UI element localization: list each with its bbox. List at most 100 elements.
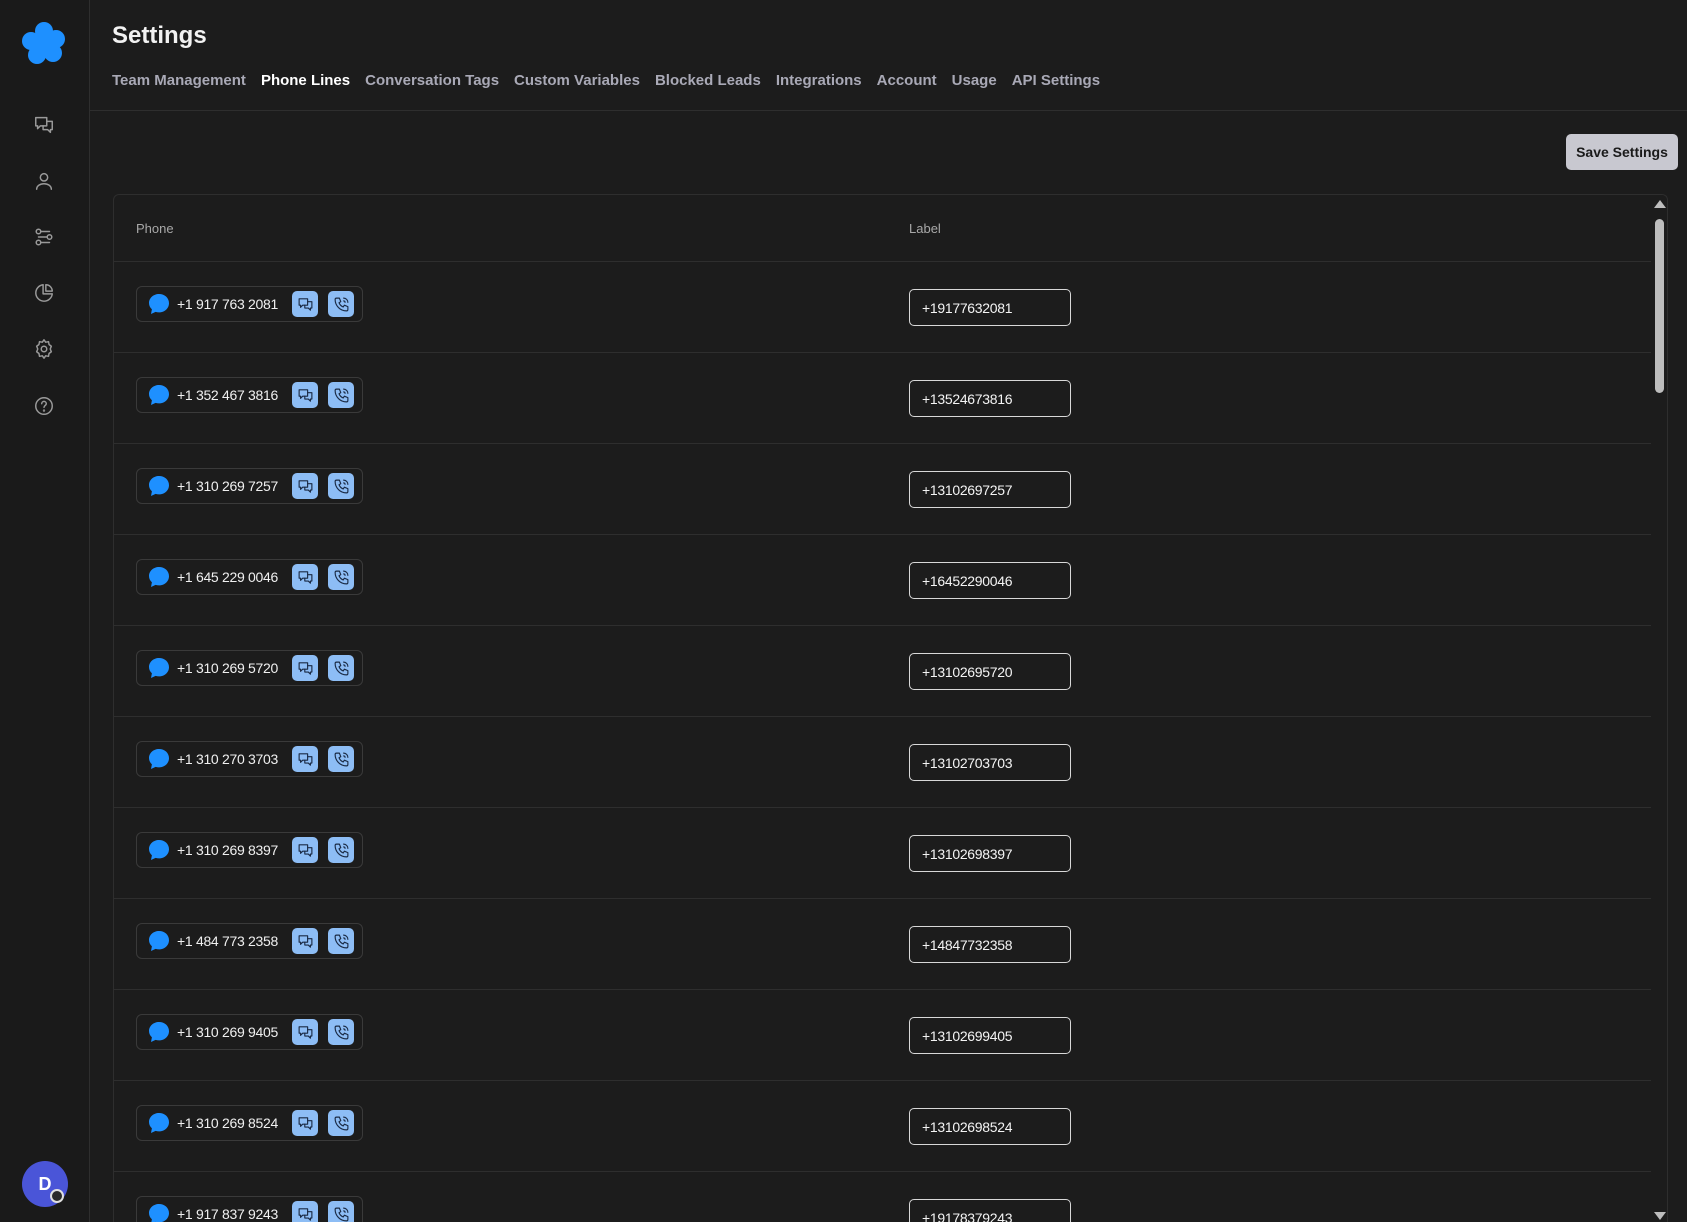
- chat-icon: [297, 478, 314, 495]
- table-row: +1 310 270 3703: [114, 717, 1667, 808]
- call-button[interactable]: [328, 1019, 354, 1045]
- table-row: +1 484 773 2358: [114, 899, 1667, 990]
- tab-custom-variables[interactable]: Custom Variables: [514, 72, 640, 89]
- open-chat-button[interactable]: [292, 655, 318, 681]
- tab-api-settings[interactable]: API Settings: [1012, 72, 1100, 89]
- open-chat-button[interactable]: [292, 473, 318, 499]
- phone-chip: +1 310 270 3703: [136, 741, 363, 777]
- label-input[interactable]: [909, 471, 1071, 508]
- call-button[interactable]: [328, 837, 354, 863]
- pie-chart-icon[interactable]: [29, 278, 59, 308]
- call-button[interactable]: [328, 1110, 354, 1136]
- phone-number: +1 310 269 8397: [177, 842, 278, 858]
- open-chat-button[interactable]: [292, 1201, 318, 1222]
- open-chat-button[interactable]: [292, 382, 318, 408]
- message-bubble-icon: [147, 1020, 171, 1044]
- scroll-up-arrow[interactable]: [1654, 200, 1666, 208]
- scroll-down-arrow[interactable]: [1654, 1212, 1666, 1220]
- tab-team-management[interactable]: Team Management: [112, 72, 246, 89]
- column-header-phone: Phone: [136, 221, 174, 236]
- message-bubble-icon: [147, 565, 171, 589]
- workflow-icon[interactable]: [29, 222, 59, 252]
- save-settings-button[interactable]: Save Settings: [1566, 134, 1678, 170]
- phone-number: +1 310 269 9405: [177, 1024, 278, 1040]
- chat-icon: [297, 842, 314, 859]
- open-chat-button[interactable]: [292, 1019, 318, 1045]
- page-title: Settings: [112, 22, 207, 49]
- message-bubble-icon: [147, 747, 171, 771]
- chat-icon[interactable]: [29, 110, 59, 140]
- phone-number: +1 310 270 3703: [177, 751, 278, 767]
- table-row: +1 310 269 5720: [114, 626, 1667, 717]
- label-input[interactable]: [909, 1108, 1071, 1145]
- call-button[interactable]: [328, 564, 354, 590]
- sidebar: D: [0, 0, 90, 1222]
- phone-chip: +1 484 773 2358: [136, 923, 363, 959]
- phone-number: +1 310 269 8524: [177, 1115, 278, 1131]
- tab-integrations[interactable]: Integrations: [776, 72, 862, 89]
- table-row: +1 310 269 8524: [114, 1081, 1667, 1172]
- table-row: +1 310 269 9405: [114, 990, 1667, 1081]
- open-chat-button[interactable]: [292, 291, 318, 317]
- phone-chip: +1 917 837 9243: [136, 1196, 363, 1222]
- open-chat-button[interactable]: [292, 1110, 318, 1136]
- message-bubble-icon: [147, 474, 171, 498]
- message-bubble-icon: [147, 656, 171, 680]
- label-input[interactable]: [909, 653, 1071, 690]
- label-input[interactable]: [909, 835, 1071, 872]
- phone-chip: +1 310 269 8524: [136, 1105, 363, 1141]
- scrollbar[interactable]: [1651, 195, 1667, 1222]
- phone-chip: +1 310 269 7257: [136, 468, 363, 504]
- main-content: Settings Team Management Phone Lines Con…: [90, 0, 1687, 1222]
- chat-icon: [297, 1024, 314, 1041]
- header: Settings Team Management Phone Lines Con…: [90, 0, 1687, 111]
- chat-icon: [297, 660, 314, 677]
- call-button[interactable]: [328, 1201, 354, 1222]
- call-button[interactable]: [328, 746, 354, 772]
- call-button[interactable]: [328, 473, 354, 499]
- message-bubble-icon: [147, 929, 171, 953]
- help-icon[interactable]: [29, 391, 59, 421]
- label-input[interactable]: [909, 289, 1071, 326]
- call-button[interactable]: [328, 382, 354, 408]
- tab-conversation-tags[interactable]: Conversation Tags: [365, 72, 499, 89]
- scroll-thumb[interactable]: [1655, 219, 1664, 393]
- call-button[interactable]: [328, 291, 354, 317]
- phone-call-icon: [333, 1115, 350, 1132]
- phone-call-icon: [333, 1206, 350, 1222]
- label-input[interactable]: [909, 562, 1071, 599]
- label-input[interactable]: [909, 1017, 1071, 1054]
- gear-icon[interactable]: [29, 334, 59, 364]
- call-button[interactable]: [328, 655, 354, 681]
- phone-call-icon: [333, 569, 350, 586]
- phone-chip: +1 310 269 8397: [136, 832, 363, 868]
- open-chat-button[interactable]: [292, 564, 318, 590]
- table-row: +1 310 269 7257: [114, 444, 1667, 535]
- label-input[interactable]: [909, 1199, 1071, 1222]
- label-input[interactable]: [909, 380, 1071, 417]
- phone-call-icon: [333, 296, 350, 313]
- phone-call-icon: [333, 842, 350, 859]
- tab-phone-lines[interactable]: Phone Lines: [261, 72, 350, 89]
- table-row: +1 917 837 9243: [114, 1172, 1667, 1222]
- tab-account[interactable]: Account: [877, 72, 937, 89]
- open-chat-button[interactable]: [292, 837, 318, 863]
- phone-call-icon: [333, 1024, 350, 1041]
- logo-icon[interactable]: [20, 20, 68, 68]
- status-indicator: [50, 1189, 64, 1203]
- label-input[interactable]: [909, 926, 1071, 963]
- label-input[interactable]: [909, 744, 1071, 781]
- tab-blocked-leads[interactable]: Blocked Leads: [655, 72, 761, 89]
- phone-number: +1 310 269 5720: [177, 660, 278, 676]
- chat-icon: [297, 751, 314, 768]
- settings-tabs: Team Management Phone Lines Conversation…: [112, 72, 1687, 89]
- open-chat-button[interactable]: [292, 928, 318, 954]
- chat-icon: [297, 387, 314, 404]
- phone-call-icon: [333, 933, 350, 950]
- call-button[interactable]: [328, 928, 354, 954]
- phone-number: +1 484 773 2358: [177, 933, 278, 949]
- open-chat-button[interactable]: [292, 746, 318, 772]
- user-icon[interactable]: [29, 166, 59, 196]
- tab-usage[interactable]: Usage: [952, 72, 997, 89]
- table-row: +1 352 467 3816: [114, 353, 1667, 444]
